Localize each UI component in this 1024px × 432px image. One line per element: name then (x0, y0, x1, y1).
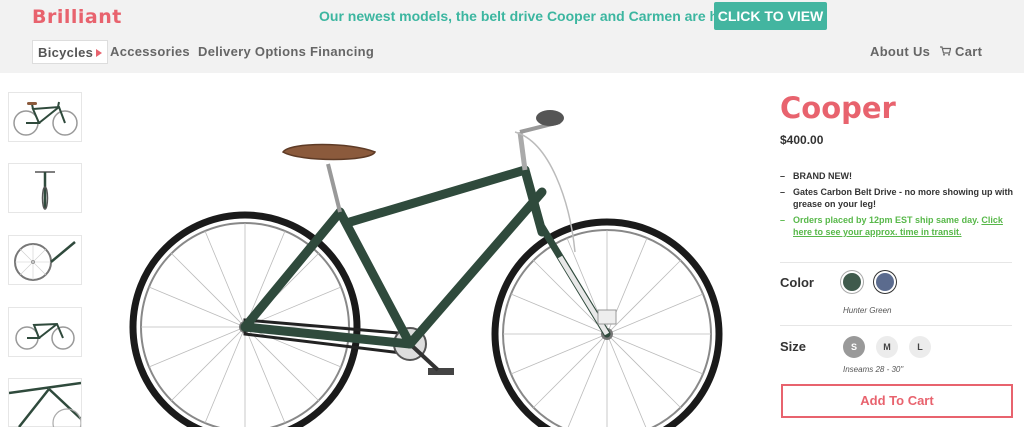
handlebar-grip (536, 110, 564, 126)
cart-label: Cart (955, 44, 983, 59)
selected-color-name: Hunter Green (843, 306, 892, 315)
thumbnail-angle-view[interactable] (8, 307, 82, 357)
nav-item-bicycles[interactable]: Bicycles (32, 40, 109, 64)
color-swatch-blue[interactable] (876, 273, 894, 291)
divider (780, 262, 1012, 263)
triangle-right-icon (96, 49, 103, 57)
size-option-m[interactable]: M (876, 336, 898, 358)
product-main-image (120, 82, 740, 432)
color-label: Color (780, 275, 814, 290)
nav-item-cart[interactable]: Cart (940, 40, 982, 64)
size-label: Size (780, 339, 807, 354)
size-caption: Inseams 28 - 30" (843, 365, 904, 374)
saddle (281, 143, 377, 161)
cart-icon (940, 40, 952, 64)
nav-item-delivery-options[interactable]: Delivery Options (198, 40, 306, 64)
nav-item-financing[interactable]: Financing (310, 40, 374, 64)
nav-item-accessories[interactable]: Accessories (110, 40, 190, 64)
product-title: Cooper (780, 91, 896, 125)
feature-item: – BRAND NEW! (780, 171, 852, 181)
feature-list: – BRAND NEW! – Gates Carbon Belt Drive - n… (780, 170, 1016, 242)
thumbnail-wheel-detail[interactable] (8, 235, 82, 285)
color-swatch-hunter-green[interactable] (843, 273, 861, 291)
nav-item-about-us[interactable]: About Us (870, 40, 930, 64)
feature-item-shipping: – Orders placed by 12pm EST ship same day… (780, 215, 1003, 237)
size-option-s[interactable]: S (843, 336, 865, 358)
size-option-l[interactable]: L (909, 336, 931, 358)
divider (780, 325, 1012, 326)
thumbnail-front-view[interactable] (8, 163, 82, 213)
site-header: Brilliant Our newest models, the belt dr… (0, 0, 1024, 73)
add-to-cart-button[interactable]: Add To Cart (781, 384, 1013, 418)
feature-text: Gates Carbon Belt Drive - no more showin… (793, 187, 1014, 209)
feature-text: BRAND NEW! (793, 171, 852, 181)
thumbnail-side-view[interactable] (8, 92, 82, 142)
shipping-note: Orders placed by 12pm EST ship same day. (793, 215, 979, 225)
nav-item-label: Bicycles (38, 45, 94, 60)
product-price: $400.00 (780, 133, 824, 147)
feature-item: – Gates Carbon Belt Drive - no more showi… (780, 187, 1014, 209)
click-to-view-button[interactable]: CLICK TO VIEW (714, 2, 827, 30)
thumbnail-closeup[interactable] (8, 378, 82, 432)
brand-logo[interactable]: Brilliant (32, 6, 122, 28)
promo-banner-text: Our newest models, the belt drive Cooper… (319, 8, 748, 24)
